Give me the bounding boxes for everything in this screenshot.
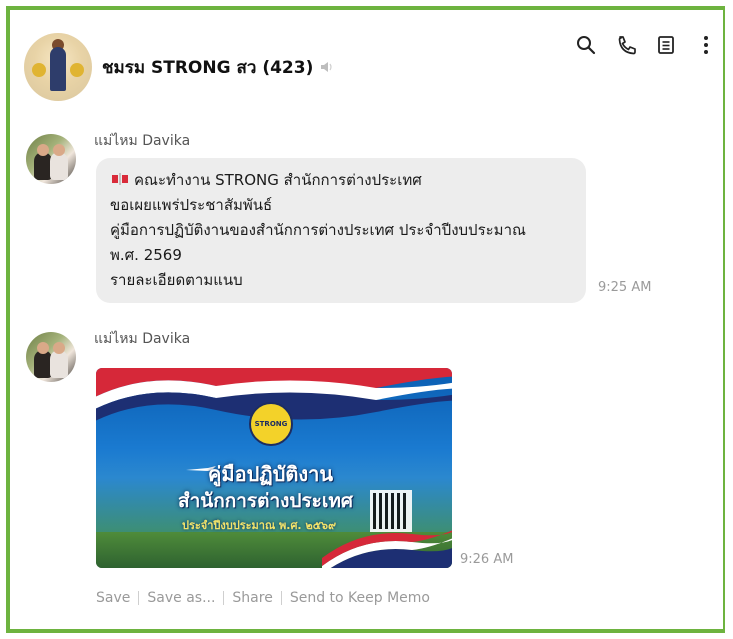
image-title-line2: สำนักการต่างประเทศ (178, 490, 353, 512)
message-line: คู่มือการปฏิบัติงานของสำนักการต่างประเทศ… (110, 221, 526, 239)
save-button[interactable]: Save (96, 590, 130, 606)
sender-name[interactable]: แม่ไหม Davika (94, 130, 190, 152)
share-button[interactable]: Share (232, 590, 272, 606)
chat-window: ชมรม STRONG สว (423) แม่ไหม Davika คณะทำ… (6, 6, 725, 633)
divider (138, 591, 140, 605)
image-subtitle: ประจำปีงบประมาณ พ.ศ. ๒๕๖๙ (182, 519, 337, 532)
sender-avatar[interactable] (26, 332, 76, 382)
group-avatar[interactable] (24, 33, 92, 101)
avatar-person-2 (50, 350, 68, 378)
phone-icon[interactable] (613, 32, 639, 58)
image-attachment[interactable]: STRONG คู่มือปฏิบัติงาน สำนักการต่างประเ… (96, 368, 452, 568)
flag-icon (110, 169, 130, 185)
send-to-keep-memo-button[interactable]: Send to Keep Memo (290, 590, 430, 606)
message-line: รายละเอียดตามแนบ (110, 271, 243, 289)
qr-code-icon (370, 490, 412, 532)
message-line: คณะทำงาน STRONG สำนักการต่างประเทศ (110, 168, 572, 193)
message-line-text: คณะทำงาน STRONG สำนักการต่างประเทศ (134, 171, 422, 189)
avatar-medal-right (70, 63, 84, 77)
group-title[interactable]: ชมรม STRONG สว (423) (102, 54, 337, 81)
more-icon[interactable] (693, 32, 719, 58)
header-actions (573, 32, 719, 58)
message-line: พ.ศ. 2569 (110, 246, 182, 264)
sender-name[interactable]: แม่ไหม Davika (94, 328, 190, 350)
avatar-figure-body (50, 47, 66, 91)
message-bubble[interactable]: คณะทำงาน STRONG สำนักการต่างประเทศ ขอเผย… (96, 158, 586, 303)
save-as-button[interactable]: Save as... (147, 590, 215, 606)
avatar-face-2 (53, 144, 65, 156)
avatar-face-1 (37, 144, 49, 156)
group-name-text: ชมรม STRONG สว (423) (102, 57, 314, 78)
avatar-medal-left (32, 63, 46, 77)
image-actions: Save Save as... Share Send to Keep Memo (96, 590, 430, 606)
divider (223, 591, 225, 605)
avatar-face-2 (53, 342, 65, 354)
avatar-person-2 (50, 152, 68, 180)
message-line: ขอเผยแพร่ประชาสัมพันธ์ (110, 196, 273, 214)
divider (280, 591, 282, 605)
notes-icon[interactable] (653, 32, 679, 58)
message-timestamp: 9:25 AM (598, 280, 652, 295)
strong-logo: STRONG (249, 402, 293, 446)
strong-logo-text: STRONG (254, 420, 288, 428)
message-timestamp: 9:26 AM (460, 552, 514, 567)
avatar-face-1 (37, 342, 49, 354)
mute-icon (319, 58, 337, 76)
sender-avatar[interactable] (26, 134, 76, 184)
search-icon[interactable] (573, 32, 599, 58)
